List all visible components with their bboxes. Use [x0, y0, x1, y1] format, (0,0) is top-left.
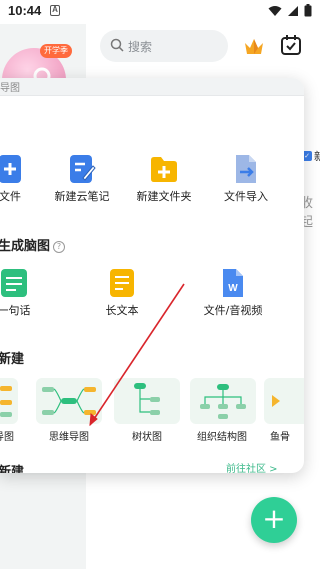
- template-tree[interactable]: [114, 378, 180, 424]
- word-file-icon: W: [223, 269, 243, 297]
- bottom-section-title: 新建: [0, 465, 25, 473]
- avatar-badge: 开学季: [40, 44, 72, 58]
- ai-file-media-label: 文件/音视频: [203, 304, 263, 317]
- new-section-title: 新建: [0, 352, 25, 367]
- create-file-item[interactable]: 文件: [0, 154, 40, 204]
- ai-long-text-item[interactable]: 长文本: [92, 268, 152, 318]
- sheet-top-strip-text: 导图: [0, 83, 20, 94]
- add-fab-button[interactable]: +: [251, 497, 297, 543]
- ai-one-sentence-label: 一句话: [0, 304, 31, 317]
- create-file-label: 文件: [0, 190, 21, 203]
- new-folder-item[interactable]: 新建文件夹: [132, 154, 196, 204]
- template-mind-map[interactable]: [36, 378, 102, 424]
- folder-add-icon: [151, 157, 177, 182]
- cloud-note-icon: [70, 155, 96, 183]
- wifi-icon: [268, 5, 282, 16]
- plus-icon: +: [262, 502, 286, 535]
- mindmap-preview-icon: [42, 387, 96, 415]
- search-input[interactable]: 搜索: [100, 30, 228, 62]
- svg-text:W: W: [228, 283, 238, 294]
- template-mindmap-partial-label: 导图: [0, 432, 14, 443]
- search-placeholder: 搜索: [128, 40, 153, 54]
- status-icons: [268, 4, 312, 17]
- template-mindmap-partial[interactable]: [0, 378, 18, 424]
- file-import-label: 文件导入: [224, 190, 268, 203]
- background-doc-chip: ✓ 新: [302, 148, 320, 164]
- notification-icon: A: [50, 5, 60, 16]
- status-time: 10:44: [8, 3, 42, 18]
- vip-crown-icon[interactable]: [242, 34, 266, 58]
- chat-tree-icon: [1, 269, 27, 297]
- search-icon: [110, 38, 124, 52]
- template-org-chart-label: 组织结构图: [197, 432, 247, 443]
- long-text-icon: [110, 269, 134, 297]
- create-sheet: 导图 文件 新建云笔记 新建文件夹 文件导入 生成脑图? 一句话 长文本 W 文…: [0, 78, 304, 473]
- tree-preview-icon: [134, 383, 160, 415]
- calendar-check-icon[interactable]: [280, 34, 302, 56]
- template-mind-map-label: 思维导图: [49, 432, 89, 443]
- fishbone-preview-icon: [272, 395, 280, 407]
- file-add-icon: [0, 155, 21, 183]
- go-to-community-link[interactable]: 前往社区 >: [226, 460, 278, 473]
- mindmap-preview-icon: [0, 386, 12, 417]
- new-folder-label: 新建文件夹: [136, 190, 192, 203]
- battery-icon: [304, 4, 312, 17]
- ai-generate-title: 生成脑图?: [0, 235, 66, 254]
- sheet-top-strip: 导图: [0, 78, 304, 96]
- ai-generate-title-text: 生成脑图: [0, 239, 51, 254]
- template-org-chart[interactable]: [190, 378, 256, 424]
- ai-file-media-item[interactable]: W 文件/音视频: [198, 268, 268, 318]
- ai-long-text-label: 长文本: [105, 304, 139, 317]
- template-tree-label: 树状图: [132, 432, 162, 443]
- template-fishbone-label: 鱼骨: [270, 432, 290, 443]
- file-import-item[interactable]: 文件导入: [216, 154, 276, 204]
- org-chart-preview-icon: [200, 384, 246, 419]
- new-cloud-note-item[interactable]: 新建云笔记: [52, 154, 112, 204]
- template-fishbone[interactable]: [264, 378, 304, 424]
- status-bar: 10:44 A: [0, 0, 320, 24]
- background-doc-chip-text: 新: [314, 150, 320, 163]
- signal-icon: [288, 5, 298, 16]
- ai-one-sentence-item[interactable]: 一句话: [0, 268, 44, 318]
- new-cloud-note-label: 新建云笔记: [54, 190, 110, 203]
- file-import-icon: [236, 155, 256, 183]
- help-icon[interactable]: ?: [53, 241, 66, 253]
